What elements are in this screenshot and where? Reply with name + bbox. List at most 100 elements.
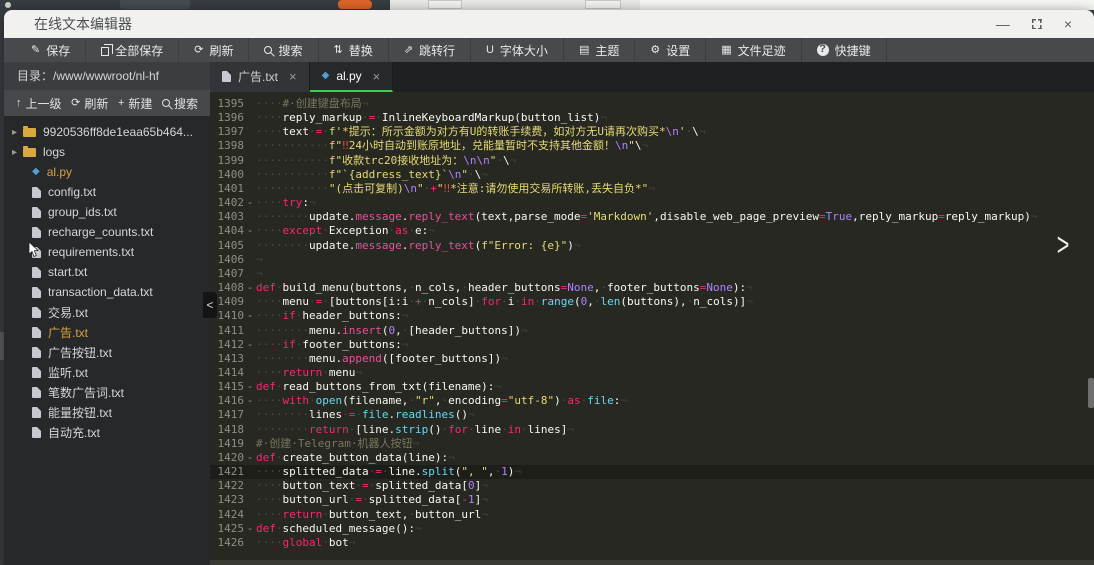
fold-marker[interactable]: - bbox=[244, 380, 256, 394]
close-icon[interactable]: × bbox=[1064, 17, 1072, 31]
code-line-1421[interactable]: 1421 ····splitted_data·=·line.split(", ",… bbox=[210, 465, 1094, 480]
code-line-1415[interactable]: 1415- def·read_buttons_from_txt(filename)… bbox=[210, 380, 1094, 394]
toolbar-button-font-size[interactable]: U 字体大小 bbox=[471, 38, 564, 62]
code-line-1401[interactable]: 1401 ···········"(点击可复制)\n"·+"‼*注意:请勿使用交易… bbox=[210, 182, 1094, 196]
tree-file-自动充.txt[interactable]: 自动充.txt bbox=[4, 422, 210, 442]
fold-marker[interactable]: - bbox=[244, 309, 256, 323]
toolbar-button-refresh[interactable]: ⟳ 刷新 bbox=[179, 38, 250, 62]
background-white-area bbox=[640, 0, 1094, 10]
code-line-1398[interactable]: 1398 ···········f"‼24小时自动到账原地址，兑能量暂时不支持其他… bbox=[210, 139, 1094, 153]
sidebar-action-up-level[interactable]: ↑ 上一级 bbox=[16, 95, 62, 112]
code-line-1397[interactable]: 1397 ····text·=·f'*提示：所示金额为对方有U的转账手续费，如对方… bbox=[210, 125, 1094, 139]
fold-marker[interactable]: - bbox=[244, 394, 256, 408]
toolbar-button-shortcuts[interactable]: ? 快捷键 bbox=[802, 38, 887, 62]
tree-item-label: 笔数广告词.txt bbox=[48, 385, 125, 400]
code-text: ····reply_markup·=·InlineKeyboardMarkup(… bbox=[256, 111, 608, 125]
code-line-1423[interactable]: 1423 ····button_url·=·splitted_data[-1]¬ bbox=[210, 493, 1094, 507]
code-line-1402[interactable]: 1402- ····try:¬ bbox=[210, 196, 1094, 210]
toolbar-label-save-all: 全部保存 bbox=[115, 43, 164, 58]
code-line-1399[interactable]: 1399 ···········f"收款trc20接收地址为：\n\n"·\¬ bbox=[210, 154, 1094, 168]
code-line-1420[interactable]: 1420- def·create_button_data(line):¬ bbox=[210, 451, 1094, 465]
text-file-icon bbox=[32, 426, 41, 438]
toolbar-button-theme[interactable]: ▤ 主题 bbox=[564, 38, 636, 62]
tree-file-start.txt[interactable]: start.txt bbox=[4, 262, 210, 282]
tree-file-广告.txt[interactable]: 广告.txt bbox=[4, 322, 210, 342]
code-line-1404[interactable]: 1404- ····except·Exception·as·e:¬ bbox=[210, 224, 1094, 238]
tree-item-label: group_ids.txt bbox=[48, 205, 117, 219]
tree-file-recharge_counts.txt[interactable]: recharge_counts.txt bbox=[4, 222, 210, 242]
sidebar-action-refresh[interactable]: ⟳ 刷新 bbox=[71, 95, 108, 112]
tab-close-icon[interactable]: × bbox=[373, 69, 381, 84]
code-line-1400[interactable]: 1400 ···········f"`{address_text}`\n"·\¬ bbox=[210, 168, 1094, 182]
fold-marker[interactable]: - bbox=[244, 281, 256, 295]
toolbar-button-replace[interactable]: ⇅ 替换 bbox=[319, 38, 389, 62]
code-line-1407[interactable]: 1407 ¬ bbox=[210, 267, 1094, 281]
tree-folder-logs[interactable]: ▸ logs bbox=[4, 142, 210, 162]
code-line-1425[interactable]: 1425- def·scheduled_message():¬ bbox=[210, 522, 1094, 536]
code-line-1412[interactable]: 1412- ····if·footer_buttons:¬ bbox=[210, 338, 1094, 352]
code-text: ········update.message.reply_text(f"Erro… bbox=[256, 238, 581, 252]
tree-folder-9920536ff8de1eaa65b464...[interactable]: ▸ 9920536ff8de1eaa65b464... bbox=[4, 122, 210, 142]
tab-al.py[interactable]: ◆ al.py × bbox=[309, 62, 394, 92]
sidebar-action-search[interactable]: 搜索 bbox=[161, 95, 198, 112]
code-line-1409[interactable]: 1409 ····menu·=·[buttons[i:i·+·n_cols]·fo… bbox=[210, 295, 1094, 309]
code-line-1406[interactable]: 1406 ¬ bbox=[210, 253, 1094, 267]
code-line-1416[interactable]: 1416- ····with·open(filename,·"r",·encodi… bbox=[210, 394, 1094, 408]
code-text: def·scheduled_message():¬ bbox=[256, 521, 422, 535]
line-number: 1401 bbox=[217, 181, 245, 195]
tree-file-广告按钮.txt[interactable]: 广告按钮.txt bbox=[4, 342, 210, 362]
toolbar-button-settings[interactable]: ⚙ 设置 bbox=[635, 38, 707, 62]
fold-gutter bbox=[244, 324, 256, 338]
code-line-1411[interactable]: 1411 ········menu.insert(0,·[header_butto… bbox=[210, 324, 1094, 338]
tree-item-label: config.txt bbox=[48, 185, 97, 199]
code-line-1419[interactable]: 1419 #·创建·Telegram·机器人按钮¬ bbox=[210, 437, 1094, 451]
code-line-1403[interactable]: 1403 ········update.message.reply_text(te… bbox=[210, 210, 1094, 224]
code-line-1413[interactable]: 1413 ········menu.append([footer_buttons]… bbox=[210, 352, 1094, 366]
sidebar-action-new[interactable]: + 新建 bbox=[118, 95, 152, 112]
sidebar-collapse-handle[interactable]: < bbox=[203, 292, 217, 318]
fullscreen-icon[interactable] bbox=[1031, 19, 1042, 29]
code-text: ····text·=·f'*提示：所示金额为对方有U的转账手续费，如对方无U请再… bbox=[256, 125, 706, 139]
code-line-1426[interactable]: 1426 ····global·bot¬ bbox=[210, 536, 1094, 550]
tree-file-笔数广告词.txt[interactable]: 笔数广告词.txt bbox=[4, 382, 210, 402]
toolbar-button-file-footprint[interactable]: ▦ 文件足迹 bbox=[706, 38, 802, 62]
code-line-1414[interactable]: 1414 ····return·menu¬ bbox=[210, 366, 1094, 380]
code-area[interactable]: 1395 ····#·创建键盘布局¬ 1396 ····reply_markup·=·… bbox=[210, 92, 1094, 565]
fold-marker[interactable]: - bbox=[244, 522, 256, 536]
code-line-1418[interactable]: 1418 ········return·[line.strip()·for·lin… bbox=[210, 423, 1094, 437]
scrollbar-thumb[interactable] bbox=[1088, 378, 1094, 408]
code-line-1422[interactable]: 1422 ····button_text·=·splitted_data[0]¬ bbox=[210, 479, 1094, 493]
tree-file-al.py[interactable]: ◆ al.py bbox=[4, 162, 210, 182]
toolbar-button-save-all[interactable]: 全部保存 bbox=[86, 38, 180, 62]
text-file-icon bbox=[32, 326, 41, 338]
fold-marker[interactable]: - bbox=[244, 338, 256, 352]
tree-file-transaction_data.txt[interactable]: transaction_data.txt bbox=[4, 282, 210, 302]
code-text: ········menu.insert(0,·[header_buttons])… bbox=[256, 323, 528, 337]
code-line-1395[interactable]: 1395 ····#·创建键盘布局¬ bbox=[210, 97, 1094, 111]
minimize-icon[interactable]: — bbox=[996, 17, 1010, 31]
toolbar-button-goto-line[interactable]: ⇗ 跳转行 bbox=[389, 38, 471, 62]
fold-marker[interactable]: - bbox=[244, 451, 256, 465]
tree-file-group_ids.txt[interactable]: group_ids.txt bbox=[4, 202, 210, 222]
tree-file-config.txt[interactable]: config.txt bbox=[4, 182, 210, 202]
tab-close-icon[interactable]: × bbox=[289, 69, 297, 84]
toolbar-button-search[interactable]: 搜索 bbox=[249, 38, 319, 62]
fold-marker[interactable]: - bbox=[244, 224, 256, 238]
code-line-1405[interactable]: 1405 ········update.message.reply_text(f"… bbox=[210, 239, 1094, 253]
tree-file-能量按钮.txt[interactable]: 能量按钮.txt bbox=[4, 402, 210, 422]
chevron-right-icon[interactable]: > bbox=[1057, 227, 1070, 265]
line-number: 1395 bbox=[217, 97, 245, 110]
toolbar-button-save[interactable]: ✎ 保存 bbox=[16, 38, 87, 62]
tab-广告.txt[interactable]: 广告.txt × bbox=[210, 62, 310, 92]
save-all-icon bbox=[101, 43, 114, 56]
code-line-1417[interactable]: 1417 ········lines·=·file.readlines()¬ bbox=[210, 408, 1094, 422]
tab-label: 广告.txt bbox=[238, 69, 279, 84]
tree-file-交易.txt[interactable]: 交易.txt bbox=[4, 302, 210, 322]
fold-marker[interactable]: - bbox=[244, 196, 256, 210]
code-line-1410[interactable]: 1410- ····if·header_buttons:¬ bbox=[210, 309, 1094, 323]
code-line-1408[interactable]: 1408- def·build_menu(buttons,·n_cols,·hea… bbox=[210, 281, 1094, 295]
line-number: 1405 bbox=[217, 238, 245, 252]
code-line-1396[interactable]: 1396 ····reply_markup·=·InlineKeyboardMar… bbox=[210, 111, 1094, 125]
code-line-1424[interactable]: 1424 ····return·button_text,·button_url¬ bbox=[210, 508, 1094, 522]
tree-file-监听.txt[interactable]: 监听.txt bbox=[4, 362, 210, 382]
